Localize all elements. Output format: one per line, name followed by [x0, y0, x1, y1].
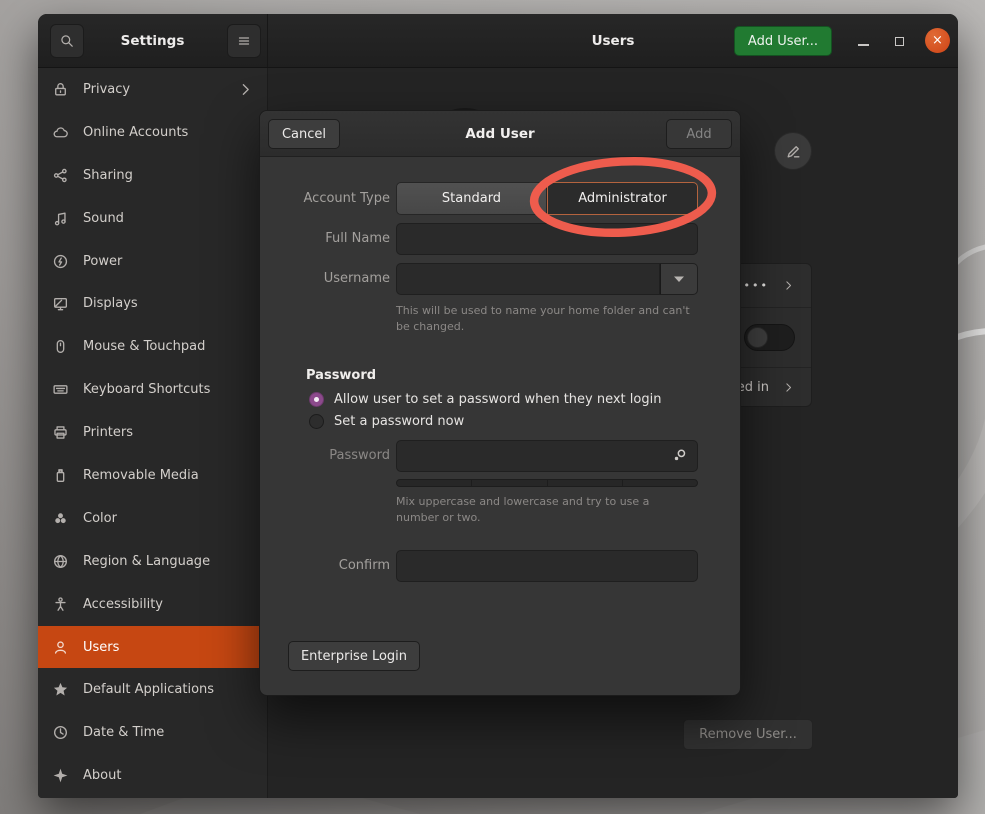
minimize-icon	[858, 44, 869, 46]
edit-avatar-button[interactable]	[774, 132, 812, 170]
password-input[interactable]	[396, 440, 698, 472]
sidebar-item-color[interactable]: Color	[38, 497, 267, 540]
mouse-icon	[52, 338, 69, 355]
user-icon	[52, 639, 69, 656]
close-button[interactable]: ×	[925, 28, 950, 53]
sidebar-item-displays[interactable]: Displays	[38, 282, 267, 325]
username-dropdown-button[interactable]	[660, 263, 698, 295]
sidebar-item-sharing[interactable]: Sharing	[38, 154, 267, 197]
automatic-login-toggle[interactable]	[744, 324, 795, 351]
generate-password-icon	[671, 447, 688, 464]
sidebar-item-printers[interactable]: Printers	[38, 411, 267, 454]
header-right: Users Add User... ×	[268, 14, 958, 67]
sidebar-item-date-time[interactable]: Date & Time	[38, 711, 267, 754]
password-strength-meter	[396, 479, 698, 487]
search-button[interactable]	[50, 24, 84, 58]
password-section-heading: Password	[306, 368, 376, 383]
password-hint-text: Mix uppercase and lowercase and try to u…	[396, 494, 692, 526]
add-button[interactable]: Add	[666, 119, 732, 149]
confirm-password-input[interactable]	[396, 550, 698, 582]
sidebar-item-power[interactable]: Power	[38, 240, 267, 283]
maximize-button[interactable]	[888, 30, 910, 52]
username-input[interactable]	[396, 263, 660, 295]
hamburger-menu-icon	[236, 33, 252, 49]
sidebar-item-default-applications[interactable]: Default Applications	[38, 668, 267, 711]
full-name-label: Full Name	[280, 231, 390, 246]
toggle-knob	[747, 327, 768, 348]
add-user-dialog: Cancel Add User Add Account Type Standar…	[259, 110, 741, 696]
share-icon	[52, 167, 69, 184]
lock-icon	[52, 81, 69, 98]
sidebar-item-mouse-touchpad[interactable]: Mouse & Touchpad	[38, 325, 267, 368]
sidebar: Privacy Online Accounts Sharing Sound Po…	[38, 68, 268, 798]
radio-next-login[interactable]: Allow user to set a password when they n…	[309, 392, 661, 407]
radio-unselected-icon	[309, 414, 324, 429]
account-type-segmented-control: Standard Administrator	[396, 182, 698, 215]
chevron-right-icon	[782, 279, 795, 292]
cancel-button[interactable]: Cancel	[268, 119, 340, 149]
menu-button[interactable]	[227, 24, 261, 58]
chevron-right-icon	[237, 81, 254, 98]
sidebar-item-removable-media[interactable]: Removable Media	[38, 454, 267, 497]
sidebar-item-privacy[interactable]: Privacy	[38, 68, 267, 111]
printer-icon	[52, 424, 69, 441]
sidebar-item-region-language[interactable]: Region & Language	[38, 540, 267, 583]
power-icon	[52, 253, 69, 270]
account-type-label: Account Type	[280, 191, 390, 206]
sparkle-icon	[52, 767, 69, 784]
add-user-header-button[interactable]: Add User...	[734, 26, 832, 56]
star-icon	[52, 681, 69, 698]
radio-selected-icon	[309, 392, 324, 407]
display-icon	[52, 295, 69, 312]
music-note-icon	[52, 210, 69, 227]
search-icon	[59, 33, 75, 49]
flash-drive-icon	[52, 467, 69, 484]
sidebar-item-keyboard-shortcuts[interactable]: Keyboard Shortcuts	[38, 368, 267, 411]
username-label: Username	[280, 271, 390, 286]
confirm-label: Confirm	[280, 558, 390, 573]
sidebar-item-accessibility[interactable]: Accessibility	[38, 583, 267, 626]
cloud-icon	[52, 124, 69, 141]
close-icon: ×	[932, 33, 943, 48]
administrator-option-button[interactable]: Administrator	[547, 182, 698, 215]
password-label: Password	[280, 448, 390, 463]
sidebar-item-online-accounts[interactable]: Online Accounts	[38, 111, 267, 154]
radio-set-now[interactable]: Set a password now	[309, 414, 464, 429]
remove-user-button[interactable]: Remove User...	[683, 719, 813, 750]
maximize-icon	[895, 37, 904, 46]
keyboard-icon	[52, 381, 69, 398]
accessibility-icon	[52, 596, 69, 613]
globe-icon	[52, 553, 69, 570]
chevron-down-icon	[673, 275, 685, 283]
sidebar-item-sound[interactable]: Sound	[38, 197, 267, 240]
chevron-right-icon	[782, 381, 795, 394]
username-help-text: This will be used to name your home fold…	[396, 303, 692, 335]
header-bar: Settings Users Add User... ×	[38, 14, 958, 68]
pencil-icon	[785, 143, 802, 160]
generate-password-button[interactable]	[671, 447, 688, 468]
color-circles-icon	[52, 510, 69, 527]
header-left: Settings	[38, 14, 268, 67]
full-name-input[interactable]	[396, 223, 698, 255]
sidebar-item-about[interactable]: About	[38, 754, 267, 797]
sidebar-item-users[interactable]: Users	[38, 626, 267, 669]
standard-option-button[interactable]: Standard	[396, 182, 547, 215]
enterprise-login-button[interactable]: Enterprise Login	[288, 641, 420, 671]
clock-icon	[52, 724, 69, 741]
minimize-button[interactable]	[852, 30, 874, 52]
